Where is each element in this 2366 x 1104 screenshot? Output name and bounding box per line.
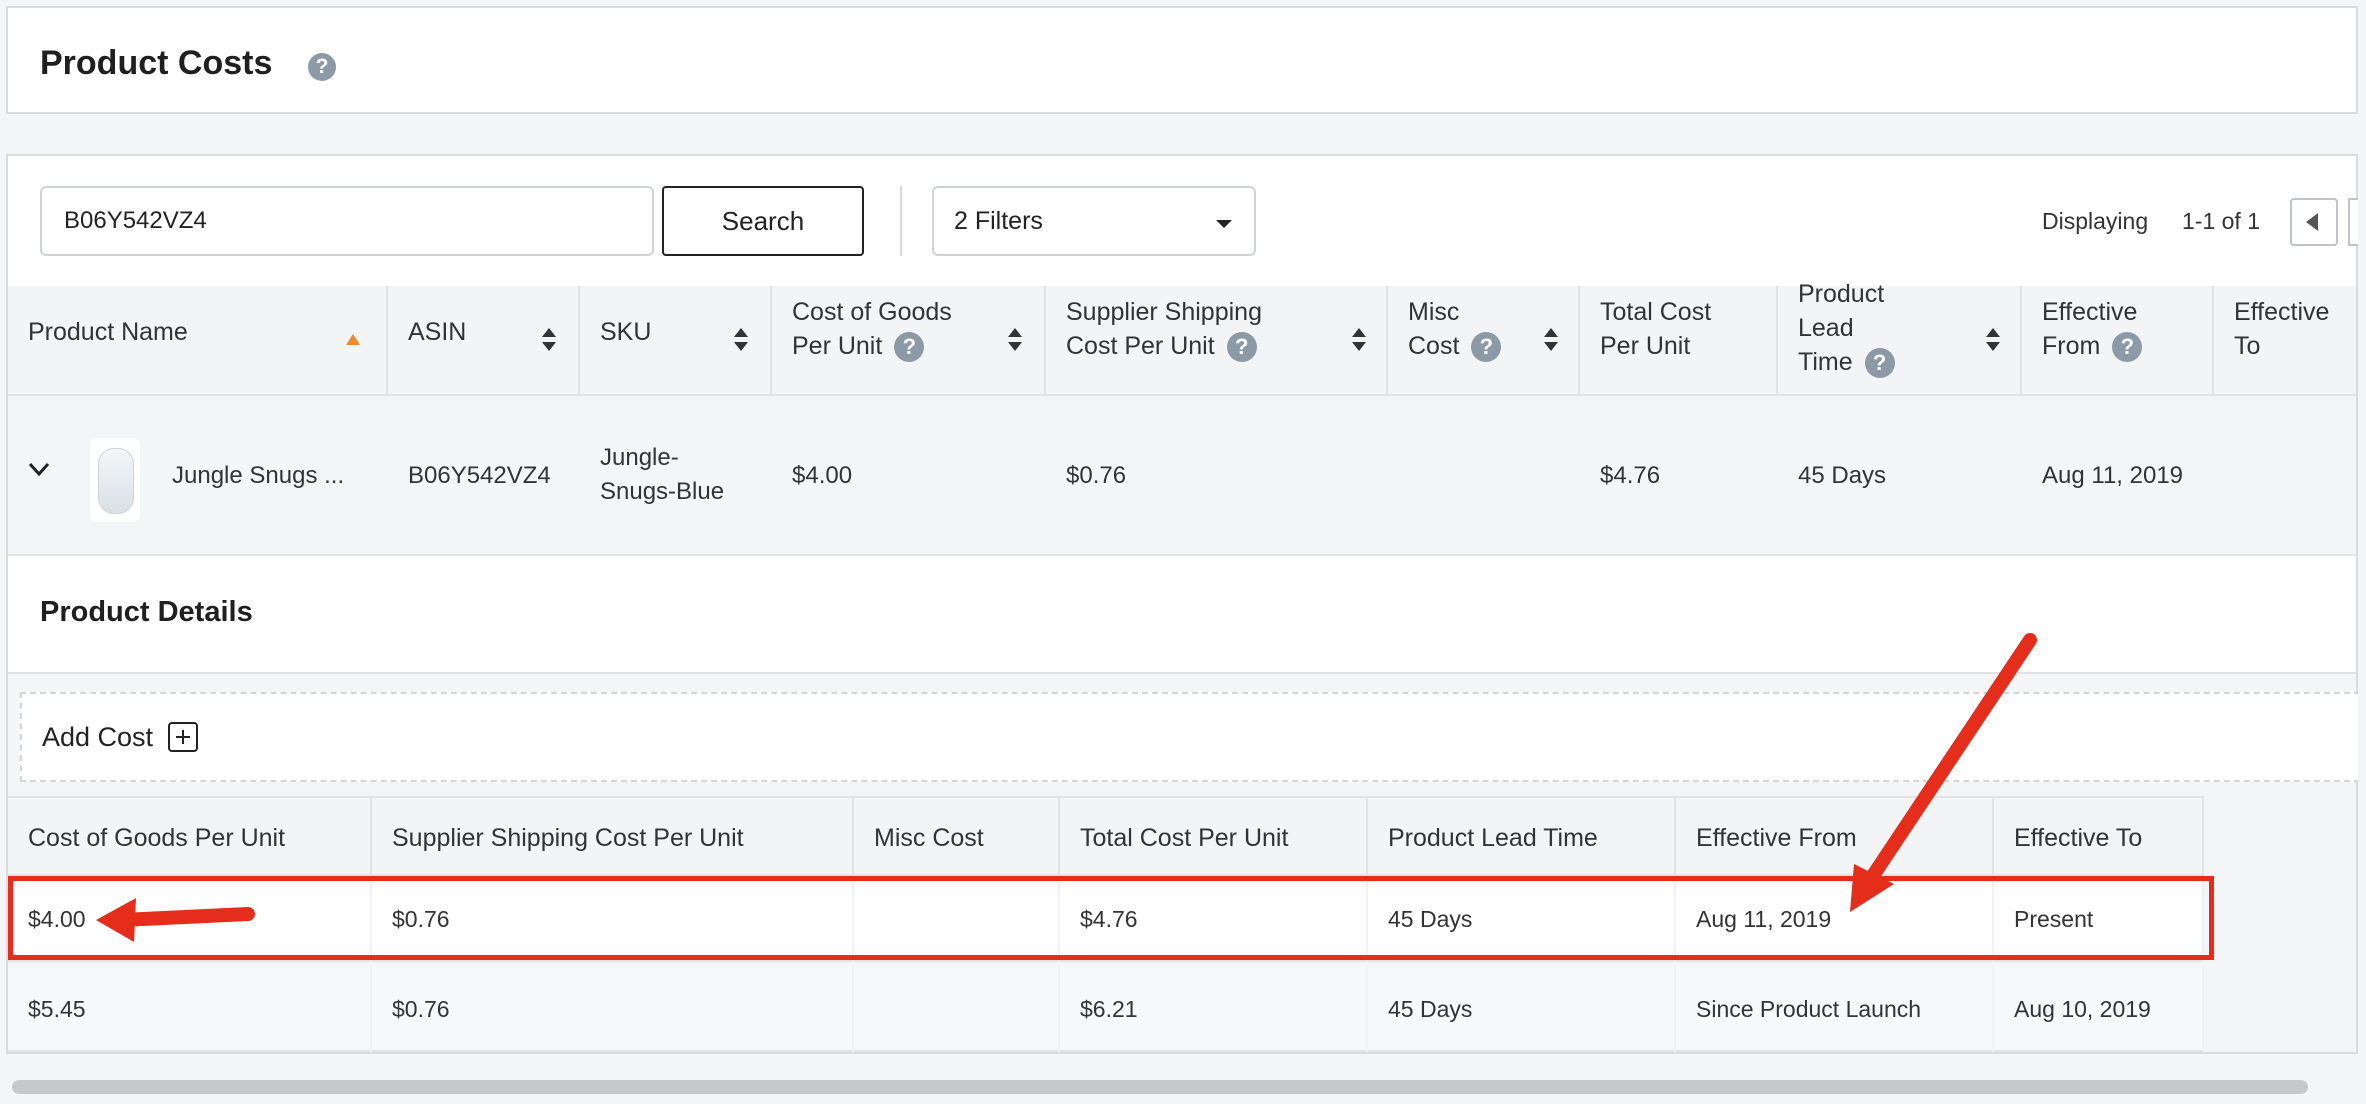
- help-icon[interactable]: ?: [1864, 348, 1895, 379]
- chevron-down-icon[interactable]: [28, 458, 50, 480]
- details-effective-to: Aug 10, 2019: [1994, 966, 2204, 1052]
- column-misc-cost[interactable]: Misc Cost?: [1388, 286, 1580, 396]
- sort-icon: [1352, 328, 1366, 352]
- displaying-label: Displaying: [2042, 208, 2149, 234]
- page-edge: [2358, 0, 2366, 1104]
- column-product-name[interactable]: Product Name: [8, 286, 388, 396]
- details-col-shipping: Supplier Shipping Cost Per Unit: [372, 798, 854, 878]
- filters-dropdown[interactable]: 2 Filters: [932, 186, 1256, 256]
- help-icon[interactable]: ?: [1471, 332, 1502, 363]
- plus-box-icon[interactable]: [168, 722, 198, 752]
- cogs-value: $4.00: [792, 462, 853, 489]
- product-details-header: [8, 556, 2356, 674]
- details-table-header: Cost of Goods Per Unit Supplier Shipping…: [8, 796, 2204, 878]
- toolbar-divider: [900, 186, 902, 256]
- sort-icon: [1008, 328, 1022, 352]
- column-effective-from[interactable]: Effective From?: [2022, 286, 2214, 396]
- details-col-effective-from: Effective From: [1676, 798, 1994, 878]
- toolbar: Search 2 Filters Displaying 1-1 of 1: [8, 156, 2360, 286]
- asin-value: B06Y542VZ4: [408, 462, 551, 489]
- lead-time-value: 45 Days: [1798, 462, 1887, 489]
- sort-icon: [542, 328, 556, 352]
- chevron-left-icon[interactable]: [2290, 198, 2338, 246]
- sku-value-line2: Snugs-Blue: [600, 478, 725, 505]
- sort-icon: [1986, 328, 2000, 352]
- pagination-range: 1-1 of 1: [2182, 208, 2260, 234]
- details-col-misc: Misc Cost: [854, 798, 1060, 878]
- column-asin[interactable]: ASIN: [388, 286, 580, 396]
- shipping-value: $0.76: [1066, 462, 1127, 489]
- sort-icon: [1544, 328, 1558, 352]
- sort-icon: [734, 328, 748, 352]
- table-header: Product Name ASIN SKU Cost of Goods Per …: [8, 280, 2356, 396]
- horizontal-scrollbar[interactable]: [12, 1080, 2308, 1094]
- details-shipping: $0.76: [372, 966, 854, 1052]
- help-icon[interactable]: ?: [308, 53, 336, 81]
- column-cost-of-goods[interactable]: Cost of Goods Per Unit?: [772, 286, 1046, 396]
- column-effective-to[interactable]: Effective To: [2214, 286, 2356, 396]
- page-title: Product Costs: [40, 44, 273, 82]
- caret-down-icon: [1216, 220, 1232, 228]
- product-thumbnail: [90, 438, 140, 522]
- product-details-title: Product Details: [40, 596, 253, 628]
- column-sku[interactable]: SKU: [580, 286, 772, 396]
- details-total: $6.21: [1060, 966, 1368, 1052]
- add-cost-button[interactable]: Add Cost: [42, 722, 153, 753]
- details-effective-from: Since Product Launch: [1676, 966, 1994, 1052]
- column-supplier-shipping[interactable]: Supplier Shipping Cost Per Unit?: [1046, 286, 1388, 396]
- column-product-lead-time[interactable]: Product Lead Time?: [1778, 280, 2022, 396]
- column-total-cost[interactable]: Total Cost Per Unit: [1580, 286, 1778, 396]
- details-lead-time: 45 Days: [1368, 966, 1676, 1052]
- details-col-cogs: Cost of Goods Per Unit: [8, 798, 372, 878]
- effective-from-value: Aug 11, 2019: [2042, 462, 2184, 489]
- help-icon[interactable]: ?: [2112, 332, 2143, 363]
- details-row[interactable]: $5.45 $0.76 $6.21 45 Days Since Product …: [8, 966, 2204, 1052]
- table-row[interactable]: Jungle Snugs ... B06Y542VZ4 Jungle- Snug…: [8, 396, 2356, 556]
- annotation-highlight-box: [8, 876, 2214, 960]
- search-input[interactable]: [40, 186, 654, 256]
- details-col-total: Total Cost Per Unit: [1060, 798, 1368, 878]
- add-cost-area: [20, 692, 2360, 782]
- help-icon[interactable]: ?: [1226, 332, 1257, 363]
- filters-label: 2 Filters: [954, 207, 1043, 235]
- page-header: Product Costs ?: [6, 6, 2358, 114]
- details-col-effective-to: Effective To: [1994, 798, 2204, 878]
- help-icon[interactable]: ?: [894, 332, 925, 363]
- details-misc: [854, 966, 1060, 1052]
- total-value: $4.76: [1600, 462, 1661, 489]
- details-col-lead-time: Product Lead Time: [1368, 798, 1676, 878]
- product-name[interactable]: Jungle Snugs ...: [172, 462, 344, 490]
- details-cogs: $5.45: [8, 966, 372, 1052]
- sort-ascending-icon: [346, 334, 360, 345]
- search-button[interactable]: Search: [662, 186, 864, 256]
- sku-value-line1: Jungle-: [600, 444, 679, 471]
